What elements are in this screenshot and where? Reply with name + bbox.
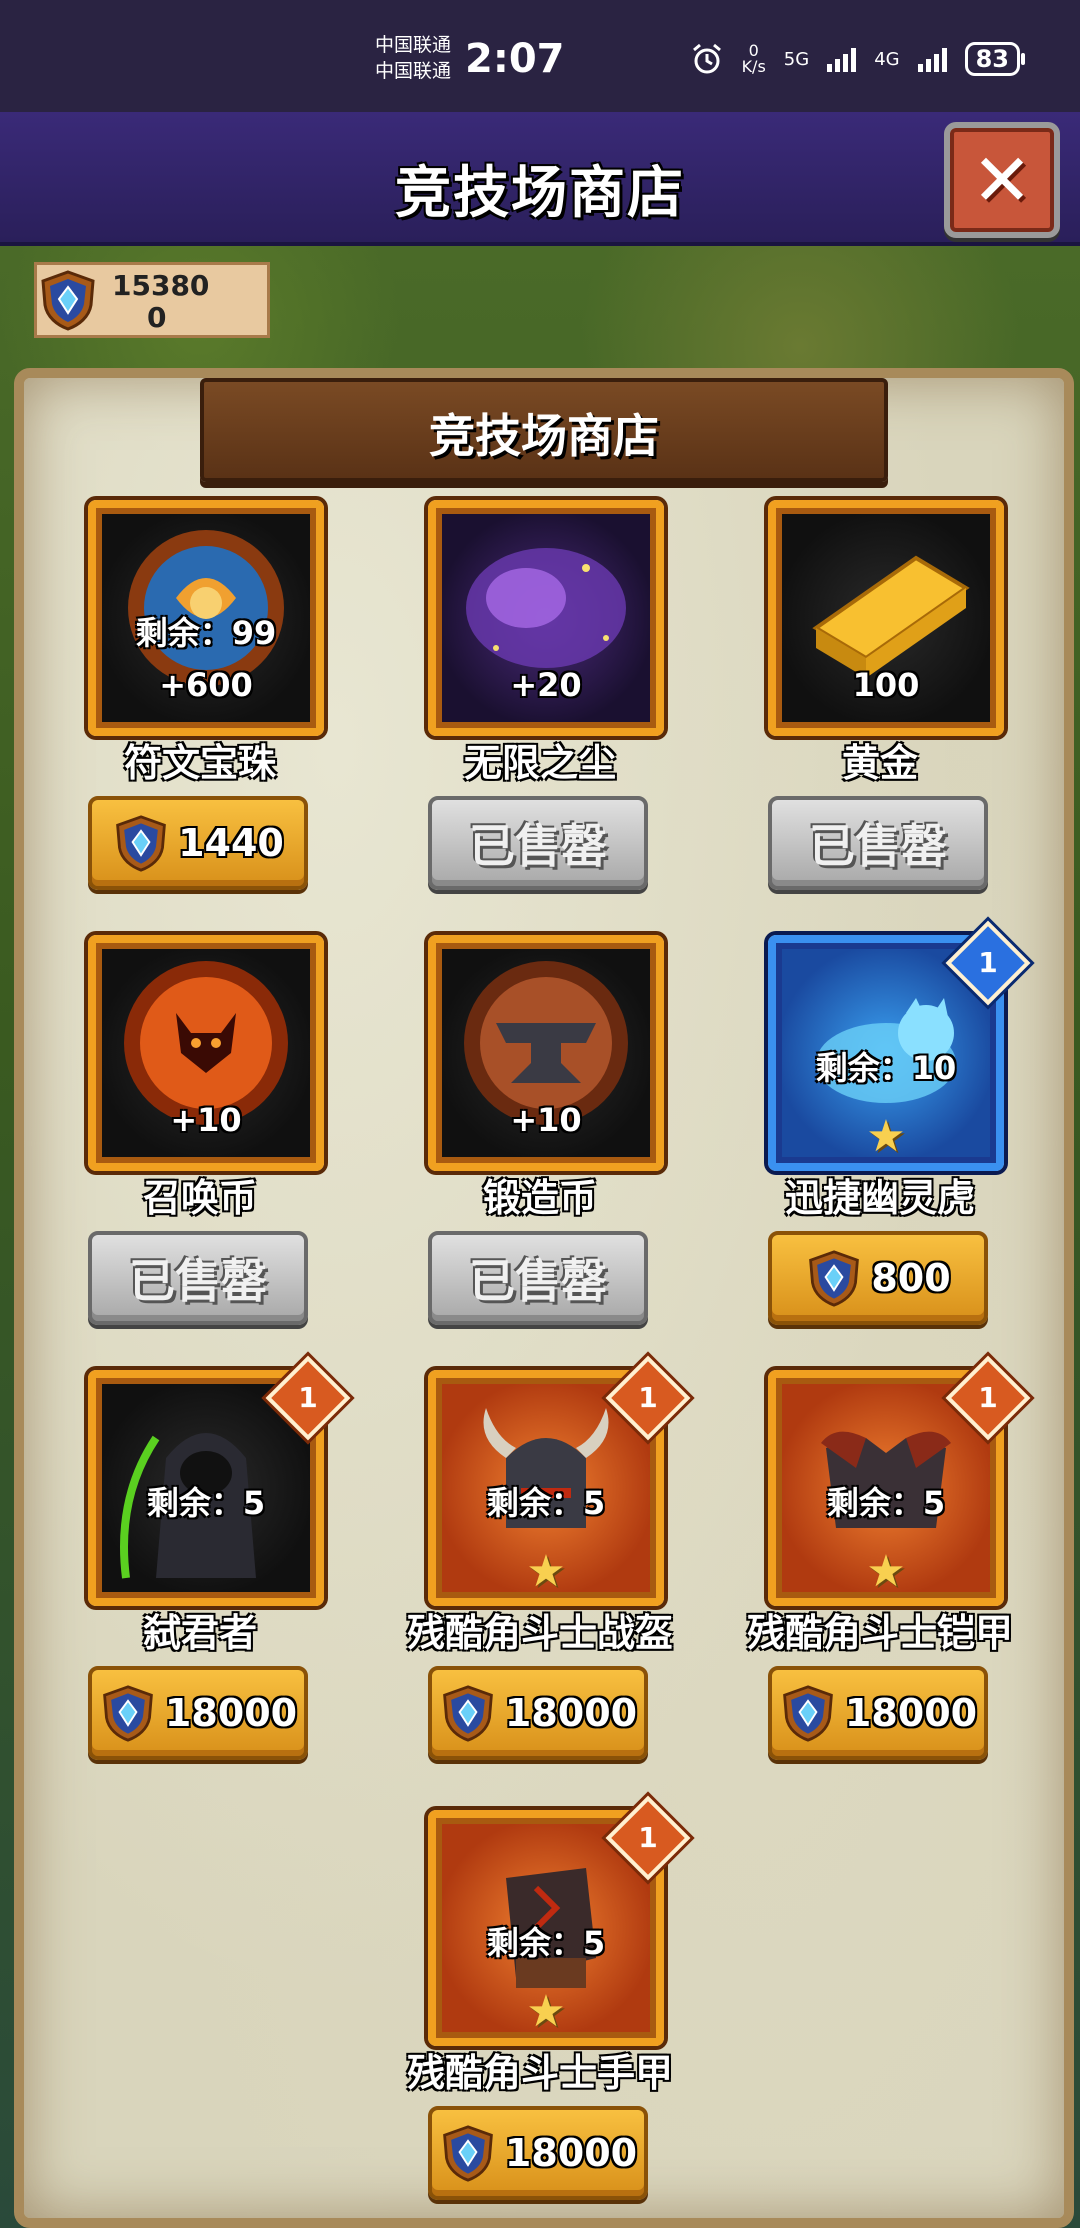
shop-item-forge-coin[interactable]: +10 锻造币 已售罄 [380, 935, 664, 1335]
currency-display: 15380 0 [34, 262, 270, 338]
item-frame: 100 [768, 500, 1004, 736]
item-frame: +20 [428, 500, 664, 736]
price-label: 18000 [504, 2131, 638, 2175]
net-4g: 4G [874, 48, 900, 70]
shop-item-gladiator-armor[interactable]: 剩余：5 ★ 1 残酷角斗士铠甲 18000 [720, 1355, 1031, 1770]
item-name: 召唤币 [142, 1176, 257, 1220]
remaining-label: 剩余：5 [486, 1924, 606, 1962]
item-frame: +10 [428, 935, 664, 1171]
remaining-label: 剩余：5 [486, 1484, 606, 1522]
item-name: 锻造币 [482, 1176, 597, 1220]
status-icons: 0 K/s 5G 4G 83 [690, 41, 1026, 76]
arena-shield-icon [103, 1685, 153, 1742]
item-frame: 剩余：99 +600 [88, 500, 324, 736]
item-name: 残酷角斗士手甲 [406, 2051, 673, 2095]
arena-shield-icon [116, 815, 166, 872]
shop-item-infinity-dust[interactable]: +20 无限之尘 已售罄 [380, 500, 664, 900]
price-label: 800 [871, 1256, 951, 1300]
currency-amount: 15380 [112, 269, 210, 302]
shop-item-gladiator-helmet[interactable]: 剩余：5 ★ 1 残酷角斗士战盔 18000 [380, 1355, 691, 1770]
item-name: 黄金 [841, 741, 918, 785]
shop-item-gladiator-gauntlet[interactable]: 剩余：5 ★ 1 残酷角斗士手甲 18000 [380, 1795, 691, 2210]
buy-button[interactable]: 18000 [428, 1666, 648, 1760]
item-frame: +10 [88, 935, 324, 1171]
sold-out-button: 已售罄 [428, 796, 648, 890]
net-speed: 0 K/s [741, 41, 766, 76]
remaining-label: 剩余：5 [146, 1484, 266, 1522]
status-bar: 中国联通 中国联通 2:07 0 K/s 5G 4G 83 [0, 0, 1080, 112]
price-label: 18000 [164, 1691, 298, 1735]
carrier-1: 中国联通 [375, 34, 452, 56]
net-5g: 5G [783, 48, 810, 70]
buy-button[interactable]: 18000 [428, 2106, 648, 2200]
item-name: 残酷角斗士战盔 [406, 1611, 673, 1655]
remaining-label: 剩余：99 [135, 614, 277, 652]
buy-button[interactable]: 800 [768, 1231, 988, 1325]
arena-shield-icon [41, 270, 95, 331]
carrier-2: 中国联通 [375, 60, 452, 82]
sold-out-button: 已售罄 [428, 1231, 648, 1325]
sold-out-label: 已售罄 [469, 819, 607, 873]
shop-item-summon-coin[interactable]: +10 召唤币 已售罄 [40, 935, 324, 1335]
shop-item-gold[interactable]: 100 黄金 已售罄 [720, 500, 1004, 900]
item-name: 无限之尘 [463, 741, 616, 785]
arena-shield-icon [809, 1250, 860, 1307]
star-icon: ★ [526, 1986, 566, 2037]
star-icon: ★ [866, 1546, 906, 1597]
shop-item-rune-orb[interactable]: 剩余：99 +600 符文宝珠 1440 [40, 500, 324, 900]
arena-shield-icon [783, 1685, 833, 1742]
remaining-label: 剩余：5 [826, 1484, 946, 1522]
signal-icon-1 [827, 46, 857, 72]
currency-secondary: 0 [147, 301, 167, 334]
banner-title: 竞技场商店 [429, 409, 659, 463]
buy-button[interactable]: 1440 [88, 796, 308, 890]
star-icon: ★ [526, 1546, 566, 1597]
sold-out-label: 已售罄 [469, 1254, 607, 1308]
sold-out-label: 已售罄 [129, 1254, 267, 1308]
shop-banner: 竞技场商店 [200, 378, 888, 482]
shop-item-spirit-tiger[interactable]: 剩余：10 ★ 1 迅捷幽灵虎 800 [720, 920, 1031, 1335]
remaining-label: 剩余：10 [815, 1049, 957, 1087]
quantity-label: +20 [510, 666, 582, 704]
quantity-label: +10 [170, 1101, 242, 1139]
battery-indicator: 83 [964, 42, 1026, 76]
item-name: 残酷角斗士铠甲 [746, 1611, 1013, 1655]
close-button[interactable]: ✕ [944, 122, 1060, 238]
clock: 2:07 [465, 36, 565, 82]
arena-shield-icon [443, 2125, 493, 2182]
sold-out-button: 已售罄 [88, 1231, 308, 1325]
buy-button[interactable]: 18000 [768, 1666, 988, 1760]
buy-button[interactable]: 18000 [88, 1666, 308, 1760]
page-title: 竞技场商店 [395, 161, 685, 226]
quantity-label: 100 [852, 666, 920, 704]
sold-out-button: 已售罄 [768, 796, 988, 890]
price-label: 18000 [844, 1691, 978, 1735]
quantity-label: +600 [159, 666, 253, 704]
item-name: 符文宝珠 [123, 741, 276, 785]
price-label: 1440 [178, 821, 284, 865]
item-name: 弑君者 [142, 1611, 257, 1655]
star-icon: ★ [866, 1111, 906, 1162]
quantity-label: +10 [510, 1101, 582, 1139]
close-icon: ✕ [971, 138, 1033, 222]
shop-item-kingslayer[interactable]: 剩余：5 1 弑君者 18000 [40, 1355, 351, 1770]
carrier-labels: 中国联通 中国联通 [375, 32, 451, 84]
arena-shield-icon [443, 1685, 493, 1742]
alarm-icon [692, 43, 721, 74]
price-label: 18000 [504, 1691, 638, 1735]
shop-header: 竞技场商店 ✕ [0, 112, 1080, 246]
sold-out-label: 已售罄 [809, 819, 947, 873]
signal-icon-2 [917, 46, 947, 72]
item-name: 迅捷幽灵虎 [784, 1176, 975, 1220]
